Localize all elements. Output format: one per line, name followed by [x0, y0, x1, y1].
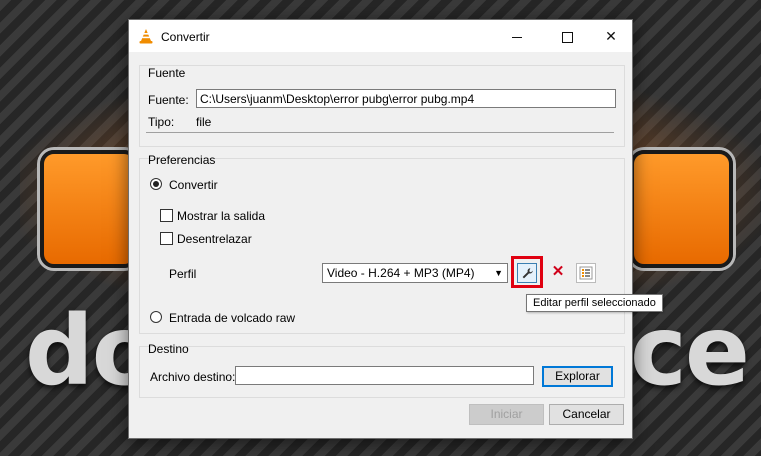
mostrar-salida-checkbox[interactable]: [160, 209, 173, 222]
raw-dump-radio[interactable]: [150, 311, 162, 323]
preferencias-group-label: Preferencias: [148, 153, 216, 167]
convert-dialog: Convertir ✕ Fuente Fuente: C:\Users\juan…: [128, 19, 663, 439]
wallpaper-orange-bar-left: [40, 150, 138, 268]
close-icon: ✕: [605, 28, 617, 44]
fuente-label: Fuente:: [148, 93, 189, 107]
mostrar-salida-label[interactable]: Mostrar la salida: [177, 209, 265, 223]
red-x-icon: ✕: [551, 263, 565, 280]
archivo-destino-label: Archivo destino:: [150, 370, 236, 384]
perfil-select[interactable]: Video - H.264 + MP3 (MP4) ▼: [322, 263, 508, 283]
iniciar-button[interactable]: Iniciar: [469, 404, 544, 425]
convertir-radio[interactable]: [150, 178, 162, 190]
window-title: Convertir: [161, 30, 210, 44]
minimize-icon: [512, 36, 522, 38]
new-profile-icon: [579, 266, 593, 280]
vlc-cone-icon: [139, 29, 153, 44]
title-bar[interactable]: Convertir ✕: [129, 20, 632, 52]
close-button[interactable]: ✕: [588, 20, 634, 52]
minimize-button[interactable]: [494, 20, 540, 52]
archivo-destino-field[interactable]: [235, 366, 534, 385]
tipo-value: file: [196, 115, 212, 129]
raw-dump-label[interactable]: Entrada de volcado raw: [169, 311, 295, 325]
maximize-icon: [561, 31, 573, 43]
desentrelazar-label[interactable]: Desentrelazar: [177, 232, 252, 246]
tipo-label: Tipo:: [148, 115, 175, 129]
convertir-label[interactable]: Convertir: [169, 178, 218, 192]
explorar-button[interactable]: Explorar: [542, 366, 613, 387]
wallpaper-orange-bar-right: [630, 150, 733, 268]
delete-profile-button[interactable]: ✕: [548, 263, 568, 283]
cancelar-button[interactable]: Cancelar: [549, 404, 624, 425]
fuente-group-label: Fuente: [148, 66, 186, 80]
perfil-select-value: Video - H.264 + MP3 (MP4): [327, 266, 475, 280]
destino-group-label: Destino: [148, 342, 189, 356]
fuente-separator: [146, 132, 614, 133]
edit-profile-tooltip: Editar perfil seleccionado: [526, 294, 663, 312]
desentrelazar-checkbox[interactable]: [160, 232, 173, 245]
new-profile-button[interactable]: [576, 263, 596, 283]
chevron-down-icon: ▼: [494, 268, 503, 278]
highlight-box: [511, 256, 543, 288]
maximize-button[interactable]: [544, 20, 590, 52]
fuente-path-field[interactable]: C:\Users\juanm\Desktop\error pubg\error …: [196, 89, 616, 108]
perfil-label: Perfil: [169, 267, 197, 281]
